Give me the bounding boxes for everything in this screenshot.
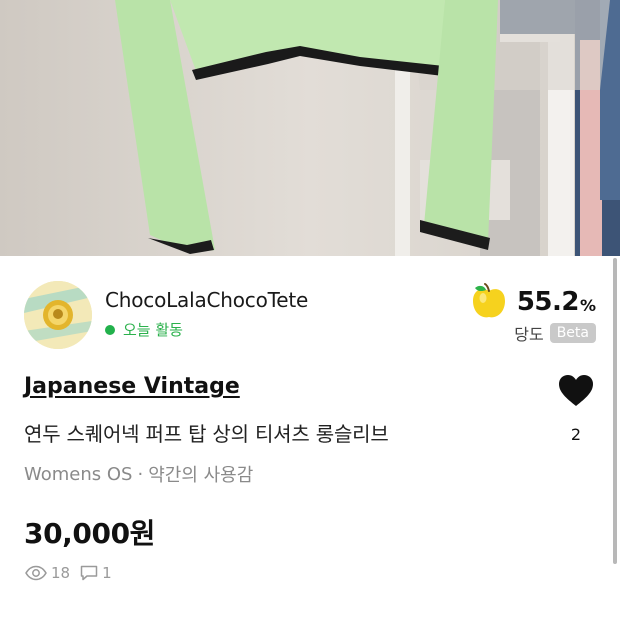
sweetness-value: 55.2 — [516, 287, 580, 317]
sweetness-meta: 당도 Beta — [514, 321, 596, 345]
sweetness-score[interactable]: 55.2 % — [469, 282, 596, 322]
like-heart-icon[interactable] — [558, 374, 594, 408]
brand-link[interactable]: Japanese Vintage — [24, 374, 240, 399]
activity-label: 오늘 활동 — [123, 321, 183, 339]
beta-badge: Beta — [549, 323, 596, 343]
eye-icon — [25, 565, 47, 581]
seller-name[interactable]: ChocoLalaChocoTete — [105, 288, 308, 312]
product-photo[interactable] — [0, 0, 620, 256]
condition-label: 약간의 사용감 — [148, 465, 254, 486]
product-title: 연두 스퀘어넥 퍼프 탑 상의 티셔츠 롱슬리브 — [24, 422, 389, 446]
yellow-apple-icon — [472, 283, 505, 318]
scrollbar[interactable] — [613, 258, 617, 564]
sweetness-label: 당도 — [514, 325, 544, 344]
views-count: 18 — [51, 564, 71, 582]
product-stats: 18 1 — [25, 564, 122, 582]
meta-separator: · — [137, 463, 144, 485]
price: 30,000원 — [24, 517, 156, 550]
comments-count: 1 — [102, 564, 112, 582]
sweetness-unit: % — [579, 295, 596, 315]
seller-avatar[interactable] — [24, 281, 92, 349]
comment-icon — [80, 565, 98, 581]
product-meta: Womens OS · 약간의 사용감 — [24, 461, 253, 487]
like-count: 2 — [570, 425, 582, 444]
activity-status: 오늘 활동 — [105, 319, 183, 340]
activity-dot-icon — [105, 324, 115, 335]
category-label: Womens OS — [24, 463, 133, 485]
